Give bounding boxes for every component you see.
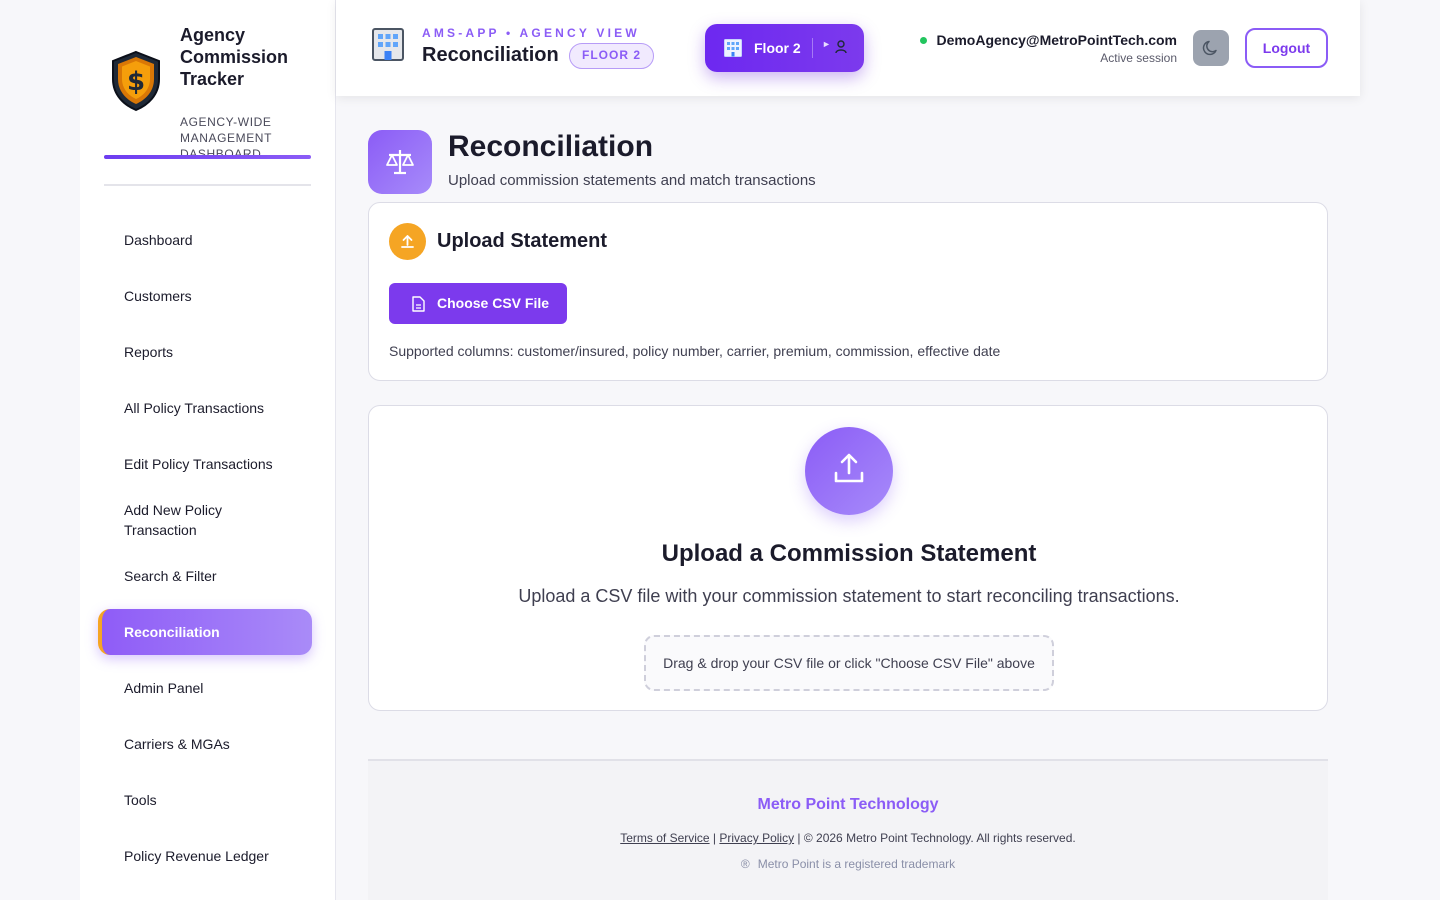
sidebar-item-search-filter[interactable]: Search & Filter [98, 548, 312, 604]
privacy-policy-link[interactable]: Privacy Policy [719, 831, 794, 845]
file-icon [412, 296, 425, 312]
session-status: Active session [1100, 51, 1177, 65]
sidebar-nav: Dashboard Customers Reports All Policy T… [98, 212, 312, 884]
page-subtitle: Upload commission statements and match t… [448, 172, 816, 189]
upload-tray-icon [834, 453, 864, 483]
shield-dollar-logo: $ [112, 50, 160, 112]
sidebar-item-customers[interactable]: Customers [98, 268, 312, 324]
person-icon [835, 40, 847, 54]
empty-state-description: Upload a CSV file with your commission s… [518, 586, 1180, 606]
sidebar-item-admin-panel[interactable]: Admin Panel [98, 660, 312, 716]
upload-badge [389, 223, 426, 260]
footer-brand: Metro Point Technology [757, 796, 939, 813]
upload-statement-card: Upload Statement Choose CSV File Support… [368, 202, 1328, 381]
upload-card-title: Upload Statement [437, 230, 608, 252]
sidebar-divider [104, 184, 311, 186]
brand-accent-bar [104, 155, 311, 159]
choose-csv-label: Choose CSV File [437, 295, 550, 311]
csv-dropzone[interactable]: Drag & drop your CSV file or click "Choo… [644, 635, 1054, 691]
dark-mode-toggle[interactable] [1193, 30, 1229, 66]
brand-title: Agency Commission Tracker [180, 25, 289, 89]
floor-button-label: Floor 2 [754, 40, 801, 56]
trademark-line: ® Metro Point is a registered trademark [368, 857, 1328, 871]
sidebar-item-carriers-mgas[interactable]: Carriers & MGAs [98, 716, 312, 772]
trademark-text: Metro Point is a registered trademark [757, 857, 956, 871]
play-arrow-icon: ► [822, 39, 831, 49]
header-kicker: AMS-APP • AGENCY VIEW [422, 26, 640, 40]
upload-circle[interactable] [805, 427, 893, 515]
empty-state-title: Upload a Commission Statement [661, 540, 1037, 567]
floor-switch-button[interactable]: Floor 2 ► [705, 24, 864, 72]
sidebar-item-dashboard[interactable]: Dashboard [98, 212, 312, 268]
header-title: Reconciliation [422, 44, 559, 66]
office-building-icon [372, 28, 404, 61]
sidebar: $ Agency Commission Tracker AGENCY-WIDE … [80, 0, 336, 900]
sidebar-item-tools[interactable]: Tools [98, 772, 312, 828]
footer-separator: | [709, 831, 720, 845]
terms-of-service-link[interactable]: Terms of Service [620, 831, 709, 845]
scale-icon [386, 150, 414, 175]
brand: $ Agency Commission Tracker AGENCY-WIDE … [104, 22, 312, 162]
top-header: AMS-APP • AGENCY VIEW Reconciliation FLO… [336, 0, 1360, 96]
building-icon [724, 39, 742, 57]
page-icon [368, 130, 432, 194]
choose-csv-button[interactable]: Choose CSV File [389, 283, 567, 324]
footer-links: Terms of Service | Privacy Policy | © 20… [368, 831, 1328, 845]
upload-icon [401, 235, 414, 248]
user-email: DemoAgency@MetroPointTech.com [936, 32, 1177, 48]
floor-badge: FLOOR 2 [569, 43, 655, 69]
supported-columns-text: Supported columns: customer/insured, pol… [389, 343, 1001, 359]
floor-button-divider [812, 38, 813, 58]
sidebar-item-policy-revenue-ledger[interactable]: Policy Revenue Ledger [98, 828, 312, 884]
moon-icon [1202, 40, 1217, 56]
online-status-dot [920, 37, 927, 44]
copyright-text: | © 2026 Metro Point Technology. All rig… [794, 831, 1076, 845]
upload-empty-state: Upload a Commission Statement Upload a C… [368, 405, 1328, 711]
page-title: Reconciliation [448, 130, 654, 163]
footer: Metro Point Technology Terms of Service … [368, 759, 1328, 900]
sidebar-item-add-new-policy-transaction[interactable]: Add New Policy Transaction [98, 492, 312, 548]
sidebar-item-reports[interactable]: Reports [98, 324, 312, 380]
svg-text:$: $ [127, 67, 145, 97]
sidebar-item-edit-policy-transactions[interactable]: Edit Policy Transactions [98, 436, 312, 492]
sidebar-item-reconciliation[interactable]: Reconciliation [98, 609, 312, 655]
registered-trademark-icon: ® [740, 857, 750, 871]
sidebar-item-all-policy-transactions[interactable]: All Policy Transactions [98, 380, 312, 436]
logout-button[interactable]: Logout [1245, 28, 1328, 68]
